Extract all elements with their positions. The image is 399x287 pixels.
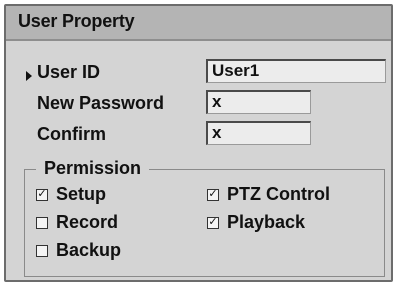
user-id-label: User ID xyxy=(37,62,101,82)
confirm-input[interactable]: x xyxy=(206,121,311,145)
new-password-label: New Password xyxy=(37,93,165,113)
ptz-control-checkbox[interactable]: ✓ xyxy=(207,188,219,201)
setup-checkbox[interactable]: ✓ xyxy=(36,188,48,201)
playback-checkbox-row[interactable]: ✓ Playback xyxy=(207,212,305,233)
dialog-title: User Property xyxy=(18,11,135,31)
record-label: Record xyxy=(56,212,119,232)
playback-checkbox[interactable]: ✓ xyxy=(207,216,219,229)
backup-checkbox[interactable] xyxy=(36,244,48,257)
permission-title: Permission xyxy=(36,158,150,179)
user-id-input[interactable]: User1 xyxy=(206,59,386,83)
playback-label: Playback xyxy=(227,212,306,232)
user-property-dialog: User Property User ID User1 New Password… xyxy=(4,4,393,282)
confirm-label: Confirm xyxy=(37,124,106,144)
ptz-control-checkbox-row[interactable]: ✓ PTZ Control xyxy=(207,184,330,205)
record-checkbox[interactable] xyxy=(36,216,48,229)
title-bar: User Property xyxy=(6,6,391,41)
backup-checkbox-row[interactable]: Backup xyxy=(36,240,121,261)
ptz-control-label: PTZ Control xyxy=(227,184,330,204)
setup-label: Setup xyxy=(56,184,107,204)
setup-checkbox-row[interactable]: ✓ Setup xyxy=(36,184,106,205)
new-password-input[interactable]: x xyxy=(206,90,311,114)
selection-arrow-icon xyxy=(26,71,32,81)
backup-label: Backup xyxy=(56,240,122,260)
record-checkbox-row[interactable]: Record xyxy=(36,212,118,233)
